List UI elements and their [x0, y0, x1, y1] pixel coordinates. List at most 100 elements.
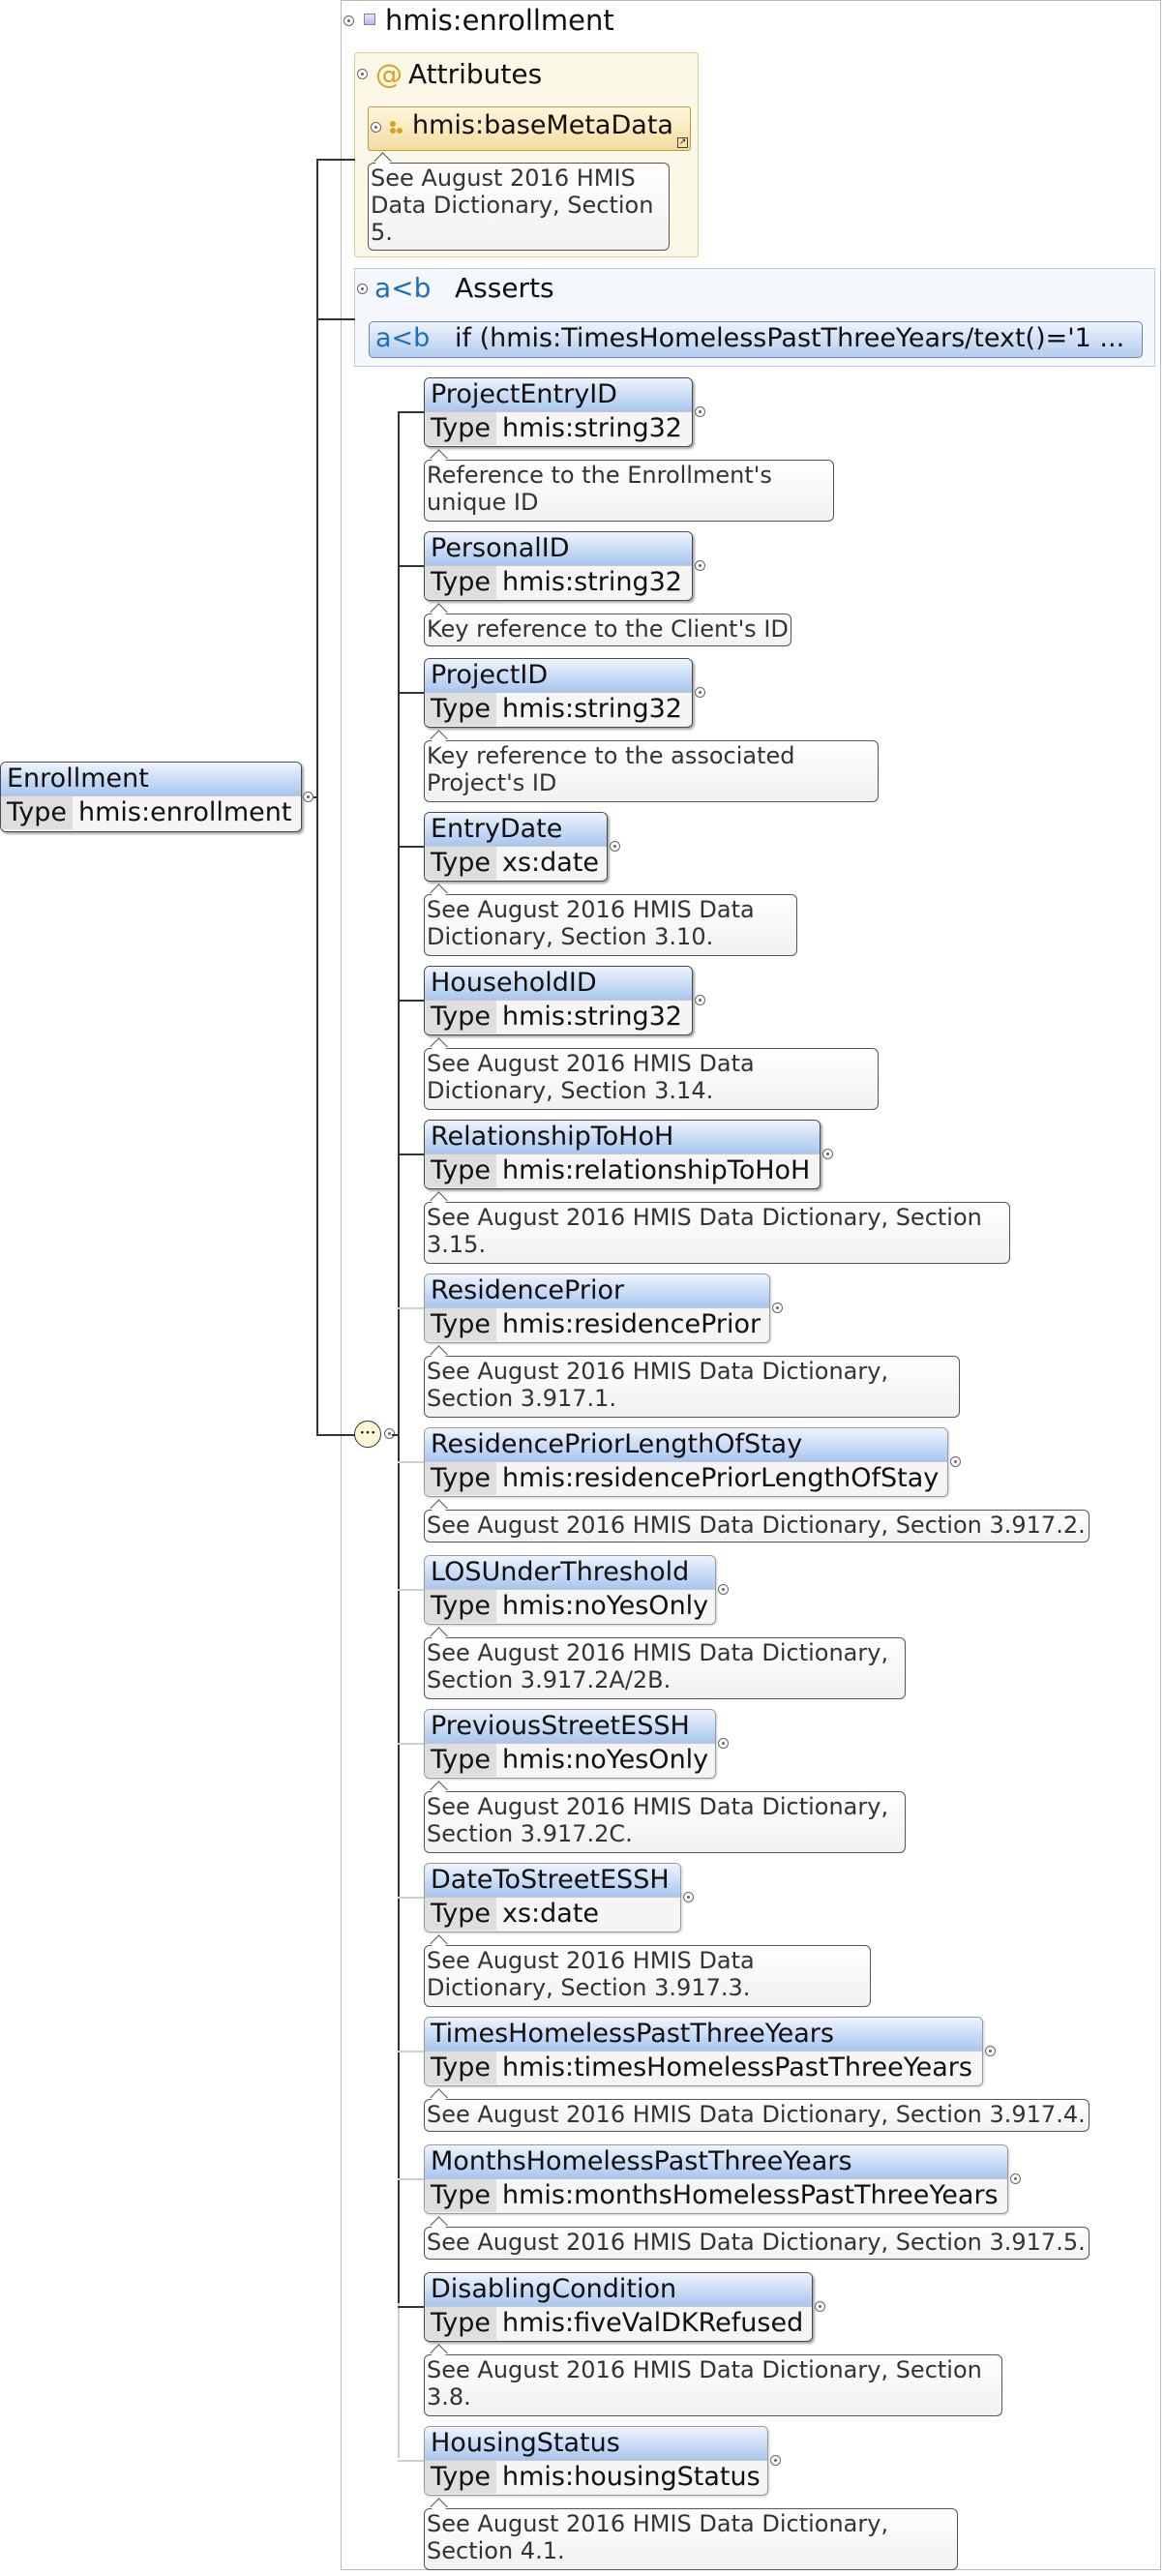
- element-type-value: hmis:string32: [502, 413, 682, 443]
- element-type-label: Type: [425, 1154, 497, 1187]
- element-type-label: Type: [425, 693, 497, 726]
- element-name: PreviousStreetESSH: [425, 1710, 715, 1743]
- element-type-label: Type: [425, 566, 497, 599]
- connector: [398, 565, 424, 567]
- element-node[interactable]: LOSUnderThreshold Type hmis:noYesOnly: [424, 1555, 716, 1625]
- element-expand-icon[interactable]: [1010, 2173, 1021, 2184]
- element-type-label: Type: [425, 1744, 497, 1777]
- connector: [398, 1307, 424, 1309]
- element-name: TimesHomelessPastThreeYears: [425, 2018, 982, 2051]
- asserts-collapse-icon[interactable]: [357, 284, 368, 294]
- element-expand-icon[interactable]: [695, 687, 705, 698]
- element-expand-icon[interactable]: [695, 560, 705, 571]
- element-expand-icon[interactable]: [695, 406, 705, 417]
- element-type-value: hmis:relationshipToHoH: [502, 1155, 811, 1185]
- element-type-value: hmis:housingStatus: [502, 2462, 761, 2492]
- element-expand-icon[interactable]: [772, 1303, 783, 1313]
- element-type-value: hmis:residencePrior: [502, 1309, 761, 1339]
- connector: [316, 159, 355, 161]
- element-node[interactable]: PersonalID Type hmis:string32: [424, 531, 693, 601]
- connector: [398, 1897, 424, 1899]
- element-expand-icon[interactable]: [770, 2455, 781, 2466]
- attributes-label: Attributes: [408, 58, 543, 90]
- element-doc-note: See August 2016 HMIS Data Dictionary, Se…: [424, 1048, 879, 1110]
- element-doc-note: See August 2016 HMIS Data Dictionary, Se…: [424, 1510, 1089, 1543]
- element-name: MonthsHomelessPastThreeYears: [425, 2145, 1007, 2178]
- element-type-label: Type: [425, 1308, 497, 1341]
- element-type-label: Type: [425, 2307, 497, 2340]
- element-node[interactable]: DateToStreetESSH Type xs:date: [424, 1863, 681, 1932]
- element-type-label: Type: [425, 412, 497, 445]
- element-name: EntryDate: [425, 813, 607, 846]
- attributes-collapse-icon[interactable]: [357, 69, 368, 79]
- connector: [398, 2460, 424, 2462]
- element-name: RelationshipToHoH: [425, 1121, 820, 1153]
- element-doc-note: See August 2016 HMIS Data Dictionary, Se…: [424, 2354, 1002, 2416]
- element-type-value: hmis:string32: [502, 567, 682, 597]
- element-type-label: Type: [425, 1001, 497, 1033]
- element-type-label: Type: [425, 1590, 497, 1623]
- element-type-label: Type: [425, 1462, 497, 1495]
- element-expand-icon[interactable]: [718, 1584, 729, 1595]
- element-type-label: Type: [425, 2052, 497, 2084]
- element-expand-icon[interactable]: [683, 1892, 694, 1902]
- element-expand-icon[interactable]: [815, 2301, 825, 2312]
- element-expand-icon[interactable]: [822, 1149, 833, 1159]
- element-name: ProjectID: [425, 659, 692, 692]
- element-doc-note: See August 2016 HMIS Data Dictionary, Se…: [424, 2099, 1089, 2132]
- element-node[interactable]: HouseholdID Type hmis:string32: [424, 966, 693, 1035]
- connector: [398, 411, 424, 413]
- attribute-group-collapse-icon[interactable]: [371, 122, 381, 133]
- element-expand-icon[interactable]: [985, 2046, 996, 2056]
- element-type-value: xs:date: [502, 1899, 600, 1929]
- element-doc-note: See August 2016 HMIS Data Dictionary, Se…: [424, 2227, 1089, 2260]
- element-doc-note: See August 2016 HMIS Data Dictionary, Se…: [424, 894, 797, 956]
- element-doc-note: See August 2016 HMIS Data Dictionary, Se…: [424, 1945, 871, 2007]
- connector: [398, 2306, 424, 2308]
- element-node[interactable]: ProjectID Type hmis:string32: [424, 658, 693, 728]
- attribute-group-name: hmis:baseMetaData: [412, 110, 673, 140]
- element-type-value: hmis:noYesOnly: [502, 1745, 709, 1775]
- connector: [398, 1743, 424, 1745]
- element-expand-icon[interactable]: [718, 1738, 729, 1749]
- element-type-label: Type: [425, 2461, 497, 2494]
- element-node[interactable]: MonthsHomelessPastThreeYears Type hmis:mon…: [424, 2144, 1008, 2214]
- collapse-icon[interactable]: [343, 15, 354, 26]
- element-node[interactable]: ResidencePrior Type hmis:residencePrior: [424, 1273, 770, 1343]
- attribute-at-icon: @: [375, 58, 403, 90]
- element-node[interactable]: TimesHomelessPastThreeYears Type hmis:time…: [424, 2017, 983, 2086]
- connector: [392, 1434, 400, 1436]
- connector: [398, 2303, 400, 2458]
- element-node[interactable]: HousingStatus Type hmis:housingStatus: [424, 2426, 768, 2496]
- element-expand-icon[interactable]: [695, 995, 705, 1005]
- element-name: DateToStreetESSH: [425, 1864, 680, 1897]
- root-element-node[interactable]: Enrollment Type hmis:enrollment: [0, 762, 302, 832]
- connector: [316, 1434, 355, 1436]
- element-type-value: hmis:noYesOnly: [502, 1591, 709, 1621]
- complex-type-icon: [364, 14, 375, 25]
- element-expand-icon[interactable]: [950, 1456, 961, 1467]
- element-node[interactable]: ResidencePriorLengthOfStay Type hmis:resid…: [424, 1427, 948, 1497]
- element-name: DisablingCondition: [425, 2273, 812, 2306]
- element-name: HouseholdID: [425, 967, 692, 1000]
- connector: [316, 318, 355, 320]
- element-node[interactable]: DisablingCondition Type hmis:fiveValDKRefu…: [424, 2272, 813, 2342]
- element-type-value: hmis:string32: [502, 1002, 682, 1032]
- connector: [398, 1461, 424, 1463]
- element-doc-note: Reference to the Enrollment's unique ID: [424, 460, 834, 522]
- root-expand-icon[interactable]: [303, 792, 313, 802]
- element-name: HousingStatus: [425, 2427, 767, 2460]
- element-node[interactable]: RelationshipToHoH Type hmis:relationshipTo…: [424, 1120, 821, 1189]
- element-expand-icon[interactable]: [610, 841, 620, 852]
- root-type-label: Type: [1, 796, 74, 829]
- element-node[interactable]: ProjectEntryID Type hmis:string32: [424, 377, 693, 447]
- element-node[interactable]: PreviousStreetESSH Type hmis:noYesOnly: [424, 1709, 716, 1779]
- sequence-compositor-icon[interactable]: ∙∙∙: [354, 1421, 381, 1448]
- connector: [398, 692, 424, 694]
- element-name: ResidencePriorLengthOfStay: [425, 1428, 947, 1461]
- element-node[interactable]: EntryDate Type xs:date: [424, 812, 608, 882]
- connector: [398, 2051, 424, 2052]
- element-doc-note: See August 2016 HMIS Data Dictionary, Se…: [424, 1637, 906, 1699]
- attribute-group-icon: [389, 119, 403, 134]
- external-link-icon[interactable]: ↗: [677, 137, 688, 148]
